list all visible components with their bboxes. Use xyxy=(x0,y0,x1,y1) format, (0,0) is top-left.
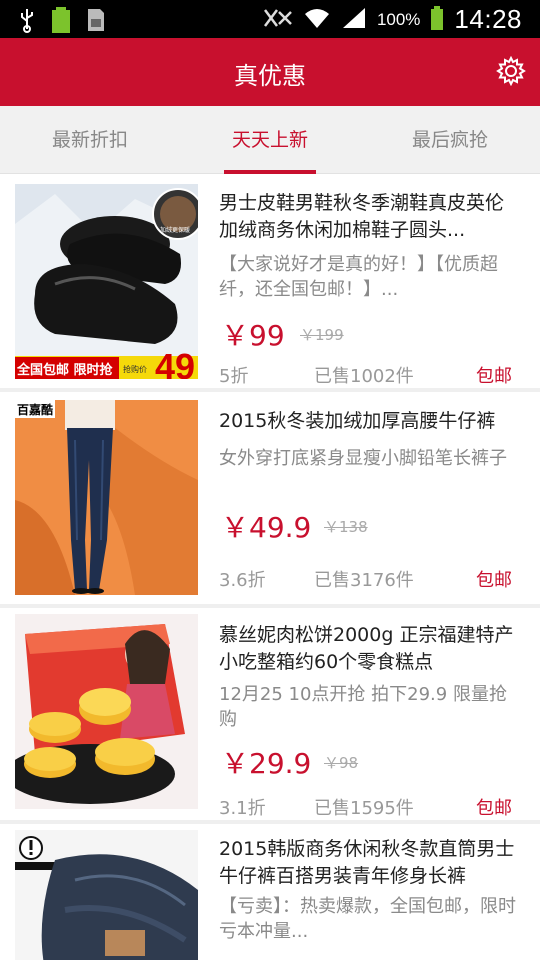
product-title: 2015秋冬装加绒加厚高腰牛仔裤 xyxy=(219,410,496,432)
original-price: ￥138 xyxy=(324,518,368,536)
free-shipping-label: 包邮 xyxy=(476,798,512,819)
discount-label: 5折 xyxy=(219,366,249,387)
product-item[interactable]: 加绒更保暖 全国包邮 限时抢 抢购价 49 男士皮鞋男鞋秋冬季潮鞋真皮英伦加绒商… xyxy=(0,174,540,388)
page-title: 真优惠 xyxy=(234,62,306,90)
tab-daily-new[interactable]: 天天上新 xyxy=(180,106,360,174)
gear-icon[interactable] xyxy=(496,55,526,87)
image-badge-text: 加绒更保暖 xyxy=(160,226,190,234)
signal-icon xyxy=(341,6,367,34)
clock: 14:28 xyxy=(454,4,522,34)
discount-label: 3.6折 xyxy=(219,570,266,591)
product-description: 【大家说好才是真的好！】【优质超纤，还全国包邮！】... xyxy=(219,254,498,300)
product-title: 2015韩版商务休闲秋冬款直筒男士牛仔裤百搭男装青年修身长裤 xyxy=(219,838,515,887)
original-price: ￥199 xyxy=(300,326,344,344)
free-shipping-label: 包邮 xyxy=(476,366,512,387)
product-price: ￥49.9 xyxy=(221,511,312,544)
sold-count: 已售1002件 xyxy=(314,366,414,387)
app-bar: 真优惠 xyxy=(0,38,540,106)
tab-bar: 最新折扣 天天上新 最后疯抢 xyxy=(0,106,540,174)
free-shipping-label: 包邮 xyxy=(476,570,512,591)
image-small-text: 抢购价 xyxy=(123,364,147,374)
original-price: ￥98 xyxy=(324,754,359,772)
tab-label: 最新折扣 xyxy=(51,129,128,151)
product-description: 12月25 10点开抢 拍下29.9 限量抢购 xyxy=(219,684,507,730)
sd-card-icon xyxy=(86,7,106,37)
product-item[interactable]: 2015韩版商务休闲秋冬款直筒男士牛仔裤百搭男装青年修身长裤 【亏卖】：热卖爆款… xyxy=(0,824,540,960)
battery-full-icon xyxy=(50,6,72,38)
product-description: 【亏卖】：热卖爆款，全国包邮，限时亏本冲量... xyxy=(219,896,516,942)
product-image: 百嘉酷 xyxy=(15,400,198,595)
status-bar: 100% 14:28 xyxy=(0,0,540,38)
tab-label: 最后疯抢 xyxy=(411,129,488,151)
sold-count: 已售1595件 xyxy=(314,798,414,819)
sold-count: 已售3176件 xyxy=(314,570,414,591)
product-list[interactable]: 加绒更保暖 全国包邮 限时抢 抢购价 49 男士皮鞋男鞋秋冬季潮鞋真皮英伦加绒商… xyxy=(0,174,540,960)
product-image xyxy=(15,614,198,809)
product-description: 女外穿打底紧身显瘦小脚铅笔长裤子 xyxy=(219,448,507,469)
image-brand-text: 百嘉酷 xyxy=(17,402,53,417)
product-title: 男士皮鞋男鞋秋冬季潮鞋真皮英伦加绒商务休闲加棉鞋子圆头... xyxy=(219,192,505,241)
nfc-icon xyxy=(263,6,293,34)
product-price: ￥29.9 xyxy=(221,747,312,780)
image-banner-text: 全国包邮 限时抢 xyxy=(16,362,114,378)
battery-icon xyxy=(430,5,444,34)
tab-last-chance[interactable]: 最后疯抢 xyxy=(360,106,540,174)
tab-latest-discount[interactable]: 最新折扣 xyxy=(0,106,180,174)
product-image: 加绒更保暖 全国包邮 限时抢 抢购价 49 xyxy=(15,184,198,379)
usb-icon xyxy=(18,7,36,37)
battery-percent: 100% xyxy=(376,9,421,29)
wifi-icon xyxy=(303,6,331,34)
discount-label: 3.1折 xyxy=(219,798,266,819)
product-image xyxy=(15,830,198,960)
tab-label: 天天上新 xyxy=(231,129,308,151)
product-item[interactable]: 百嘉酷 2015秋冬装加绒加厚高腰牛仔裤 女外穿打底紧身显瘦小脚铅笔长裤子 ￥4… xyxy=(0,392,540,604)
product-price: ￥99 xyxy=(221,319,285,352)
product-item[interactable]: 慕丝妮肉松饼2000g 正宗福建特产小吃整箱约60个零食糕点 12月25 10点… xyxy=(0,608,540,820)
product-title: 慕丝妮肉松饼2000g 正宗福建特产小吃整箱约60个零食糕点 xyxy=(219,624,514,673)
image-number-text: 49 xyxy=(155,346,195,379)
